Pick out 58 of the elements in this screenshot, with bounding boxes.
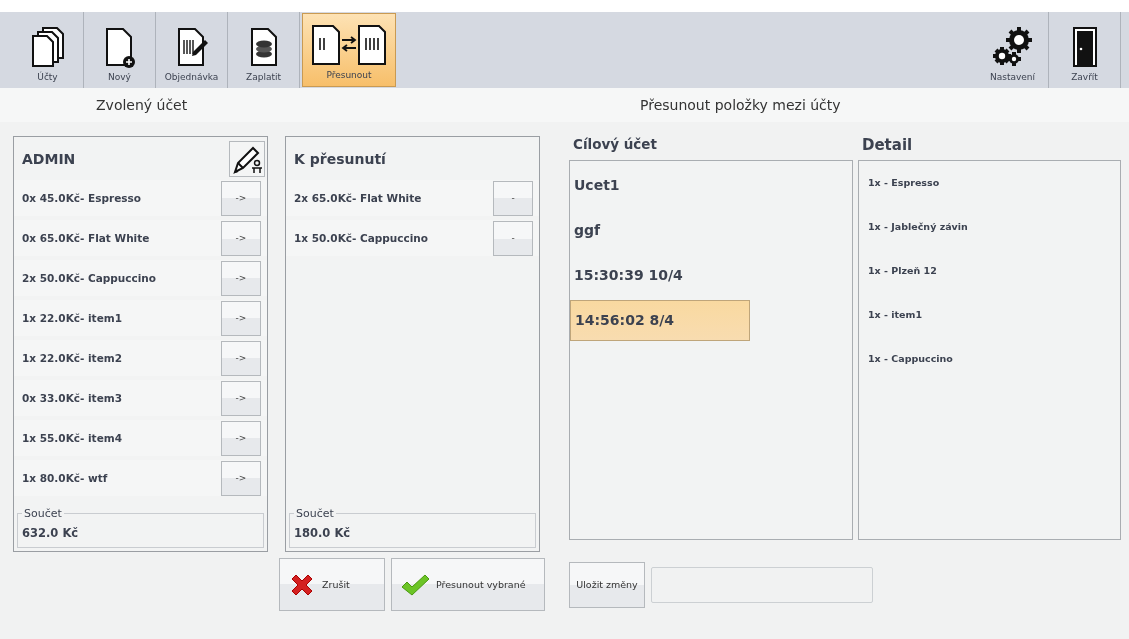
account-item[interactable]: 15:30:39 10/4 — [570, 254, 750, 296]
input-field[interactable] — [651, 566, 873, 603]
move-item-button[interactable]: -> — [221, 380, 261, 416]
documents-icon — [30, 26, 65, 68]
panel-title: ADMIN — [22, 150, 76, 167]
list-title: Cílový účet — [572, 136, 658, 154]
sum-value: 632.0 Kč — [22, 526, 79, 540]
door-icon — [1071, 26, 1098, 68]
sum-label: Součet — [23, 507, 63, 520]
sum-value: 180.0 Kč — [294, 526, 351, 540]
detail-item: 1x - Plzeň 12 — [867, 264, 938, 279]
account-item[interactable]: ggf — [570, 209, 750, 251]
cancel-button[interactable]: Zrušit — [279, 558, 385, 611]
new-document-icon — [104, 26, 135, 68]
detail-item: 1x - Jablečný závin — [867, 220, 969, 235]
settings-icon — [990, 26, 1035, 68]
item-text: 0x 33.0Kč- item3 — [22, 392, 122, 404]
account-item[interactable]: Ucet1 — [570, 164, 750, 206]
toolbar-button[interactable]: Objednávka — [156, 12, 228, 88]
toolbar-button[interactable]: Nastavení — [977, 12, 1049, 88]
detail-item: 1x - Espresso — [867, 176, 941, 191]
item-text: 1x 22.0Kč- item2 — [22, 352, 122, 364]
item-text: 1x 50.0Kč- Cappuccino — [294, 232, 429, 244]
detail-item: 1x - Cappuccino — [867, 352, 954, 367]
detail-item: 1x - item1 — [867, 308, 924, 323]
list-title: Detail — [861, 136, 914, 156]
toolbar-button[interactable]: Zaplatit — [228, 12, 300, 88]
section-title: Přesunout položky mezi účty — [640, 97, 841, 113]
toolbar-button[interactable]: Nový — [84, 12, 156, 88]
item-text: 1x 22.0Kč- item1 — [22, 312, 122, 324]
item-text: 0x 65.0Kč- Flat White — [22, 232, 150, 244]
item-text: 2x 65.0Kč- Flat White — [294, 192, 422, 204]
toolbar-button[interactable]: Účty — [12, 12, 84, 88]
item-text: 1x 80.0Kč- wtf — [22, 472, 108, 484]
move-item-button[interactable]: -> — [221, 220, 261, 256]
move-item-button[interactable]: - — [493, 220, 533, 256]
edit-button[interactable] — [229, 140, 265, 177]
toolbar-button[interactable]: Přesunout — [302, 13, 396, 87]
coins-document-icon — [248, 26, 279, 68]
panel-title: K přesunutí — [294, 150, 386, 167]
account-item[interactable]: 14:56:02 8/4 — [570, 299, 750, 341]
move-item-button[interactable]: -> — [221, 180, 261, 216]
move-item-button[interactable]: - — [493, 180, 533, 216]
checkmark-icon — [400, 572, 430, 597]
transfer-documents-icon — [311, 24, 387, 66]
section-title: Zvolený účet — [96, 97, 188, 113]
toolbar-button[interactable]: Zavřít — [1049, 12, 1121, 88]
move-item-button[interactable]: -> — [221, 260, 261, 296]
item-text: 0x 45.0Kč- Espresso — [22, 192, 141, 204]
move-item-button[interactable]: -> — [221, 300, 261, 336]
move-selected-button[interactable]: Přesunout vybrané — [391, 558, 545, 611]
item-text: 2x 50.0Kč- Cappuccino — [22, 272, 157, 284]
move-item-button[interactable]: -> — [221, 340, 261, 376]
sum-label: Součet — [295, 507, 335, 520]
item-text: 1x 55.0Kč- item4 — [22, 432, 122, 444]
save-changes-button[interactable]: Uložit změny — [569, 561, 645, 608]
move-item-button[interactable]: -> — [221, 460, 261, 496]
move-item-button[interactable]: -> — [221, 420, 261, 456]
